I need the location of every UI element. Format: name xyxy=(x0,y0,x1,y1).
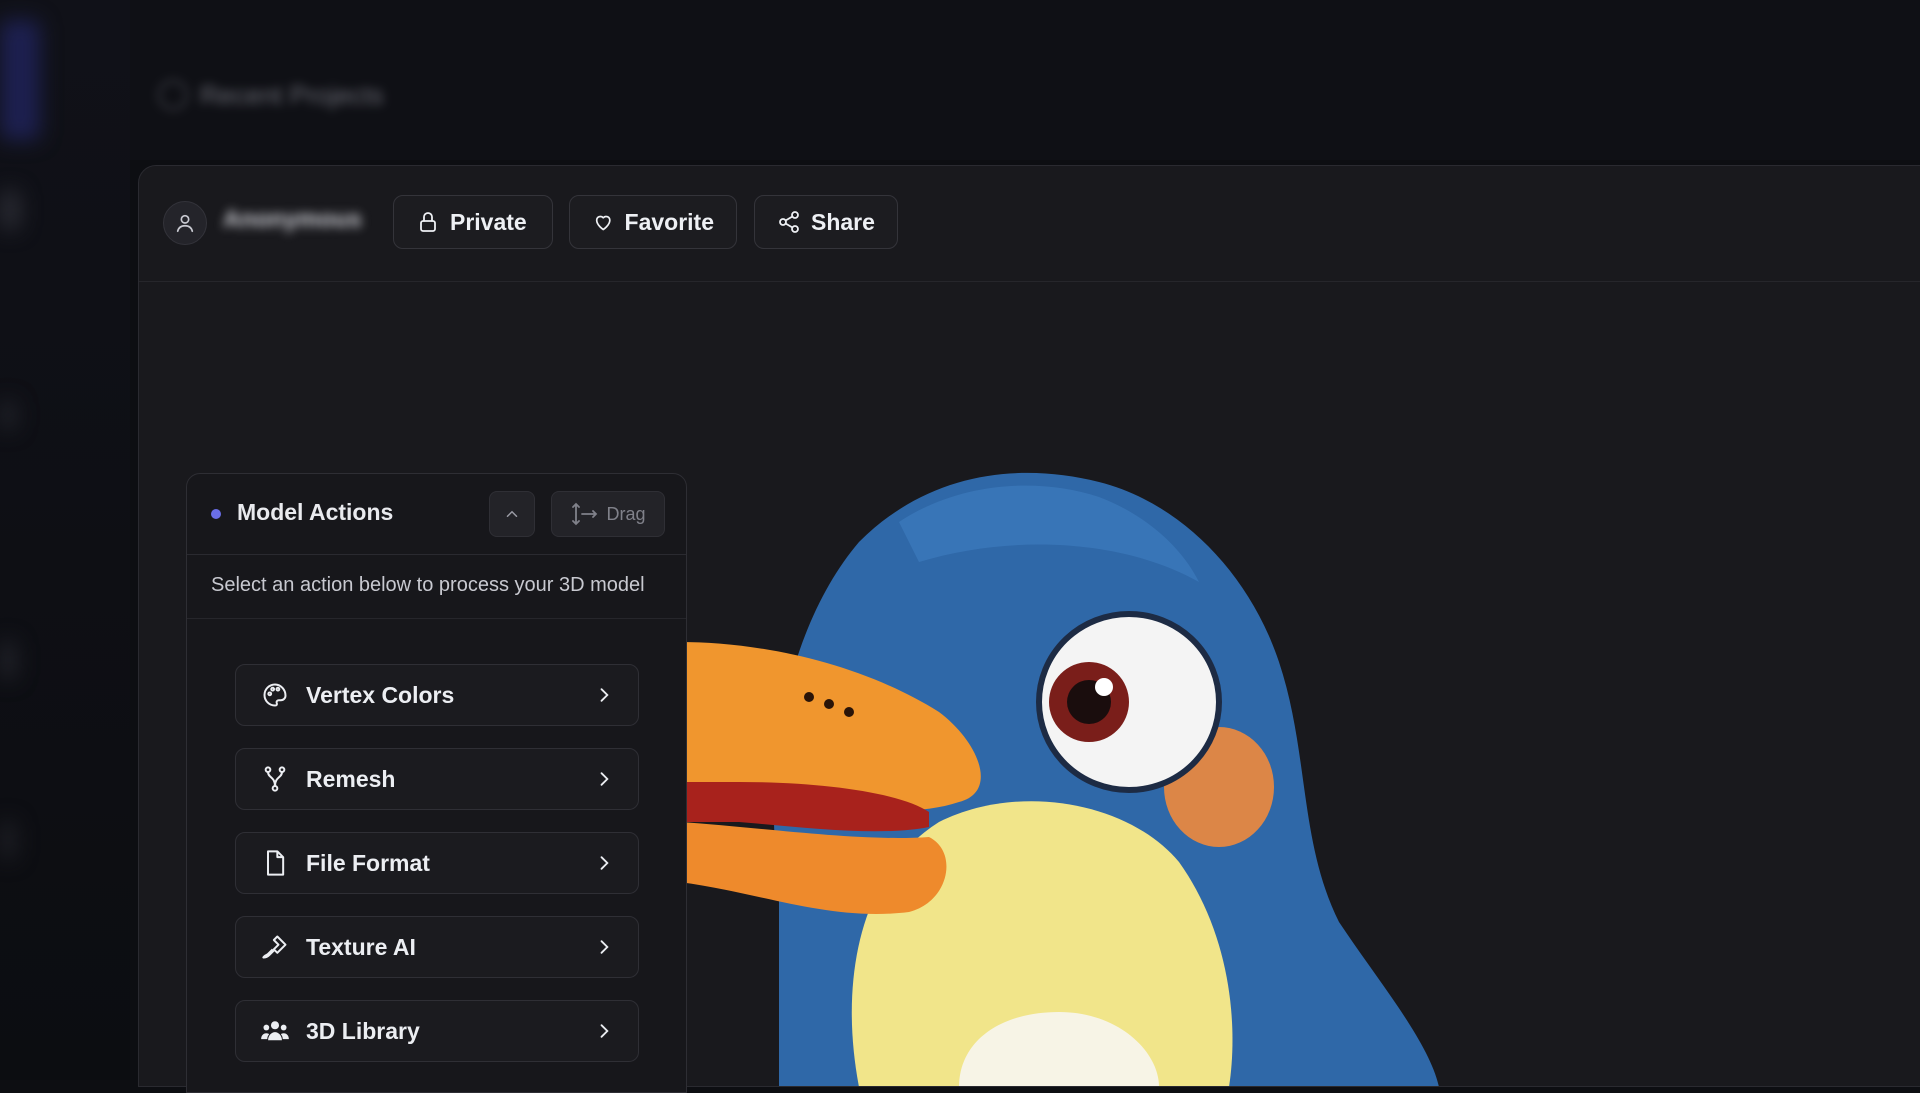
share-label: Share xyxy=(811,208,875,235)
sidebar-item[interactable] xyxy=(0,640,16,680)
divider xyxy=(187,618,686,619)
chevron-right-icon xyxy=(592,767,616,791)
3d-library-label: 3D Library xyxy=(306,1017,420,1044)
panel-description: Select an action below to process your 3… xyxy=(211,574,645,596)
recent-projects-label: Recent Projects xyxy=(200,79,384,110)
file-format-label: File Format xyxy=(306,849,430,876)
share-button[interactable]: Share xyxy=(754,195,898,249)
chevron-right-icon xyxy=(592,935,616,959)
private-button[interactable]: Private xyxy=(393,195,553,249)
username: Anonymous xyxy=(223,206,362,233)
panel-header: Model Actions Drag xyxy=(187,474,686,555)
file-icon xyxy=(260,848,290,878)
collapse-button[interactable] xyxy=(489,491,535,537)
sidebar-item[interactable] xyxy=(0,400,16,430)
move-icon xyxy=(572,502,598,526)
fork-icon xyxy=(260,764,290,794)
chevron-right-icon xyxy=(592,851,616,875)
avatar[interactable] xyxy=(163,201,207,245)
model-actions-panel: Model Actions Drag Select an action belo… xyxy=(186,473,687,1093)
drag-label: Drag xyxy=(606,503,646,524)
file-format-button[interactable]: File Format xyxy=(235,832,639,894)
users-icon xyxy=(260,1016,290,1046)
3d-library-button[interactable]: 3D Library xyxy=(235,1000,639,1062)
texture-ai-label: Texture AI xyxy=(306,933,416,960)
vertex-colors-button[interactable]: Vertex Colors xyxy=(235,664,639,726)
share-icon xyxy=(779,211,799,233)
texture-ai-button[interactable]: Texture AI xyxy=(235,916,639,978)
favorite-label: Favorite xyxy=(624,208,714,235)
chevron-right-icon xyxy=(592,1019,616,1043)
lock-icon xyxy=(420,212,436,232)
remesh-button[interactable]: Remesh xyxy=(235,748,639,810)
vertex-colors-label: Vertex Colors xyxy=(306,681,455,708)
private-label: Private xyxy=(450,208,527,235)
user-icon xyxy=(176,214,194,233)
sidebar-item[interactable] xyxy=(0,190,20,230)
sidebar-item[interactable] xyxy=(0,820,16,860)
drag-handle[interactable]: Drag xyxy=(551,491,665,537)
heart-icon xyxy=(595,215,611,231)
chevron-up-icon xyxy=(506,510,518,517)
status-dot xyxy=(211,509,221,519)
remesh-label: Remesh xyxy=(306,765,396,792)
clock-icon xyxy=(158,80,188,110)
panel-title: Model Actions xyxy=(237,499,394,525)
sidebar-logo[interactable] xyxy=(0,20,40,140)
palette-icon xyxy=(260,680,290,710)
brush-icon xyxy=(260,932,290,962)
chevron-right-icon xyxy=(592,683,616,707)
recent-projects-heading[interactable]: Recent Projects xyxy=(158,80,384,110)
favorite-button[interactable]: Favorite xyxy=(569,195,737,249)
top-area xyxy=(130,0,1920,160)
app-sidebar xyxy=(0,0,130,1080)
card-header: Anonymous Private Favorite Share xyxy=(139,166,1920,282)
